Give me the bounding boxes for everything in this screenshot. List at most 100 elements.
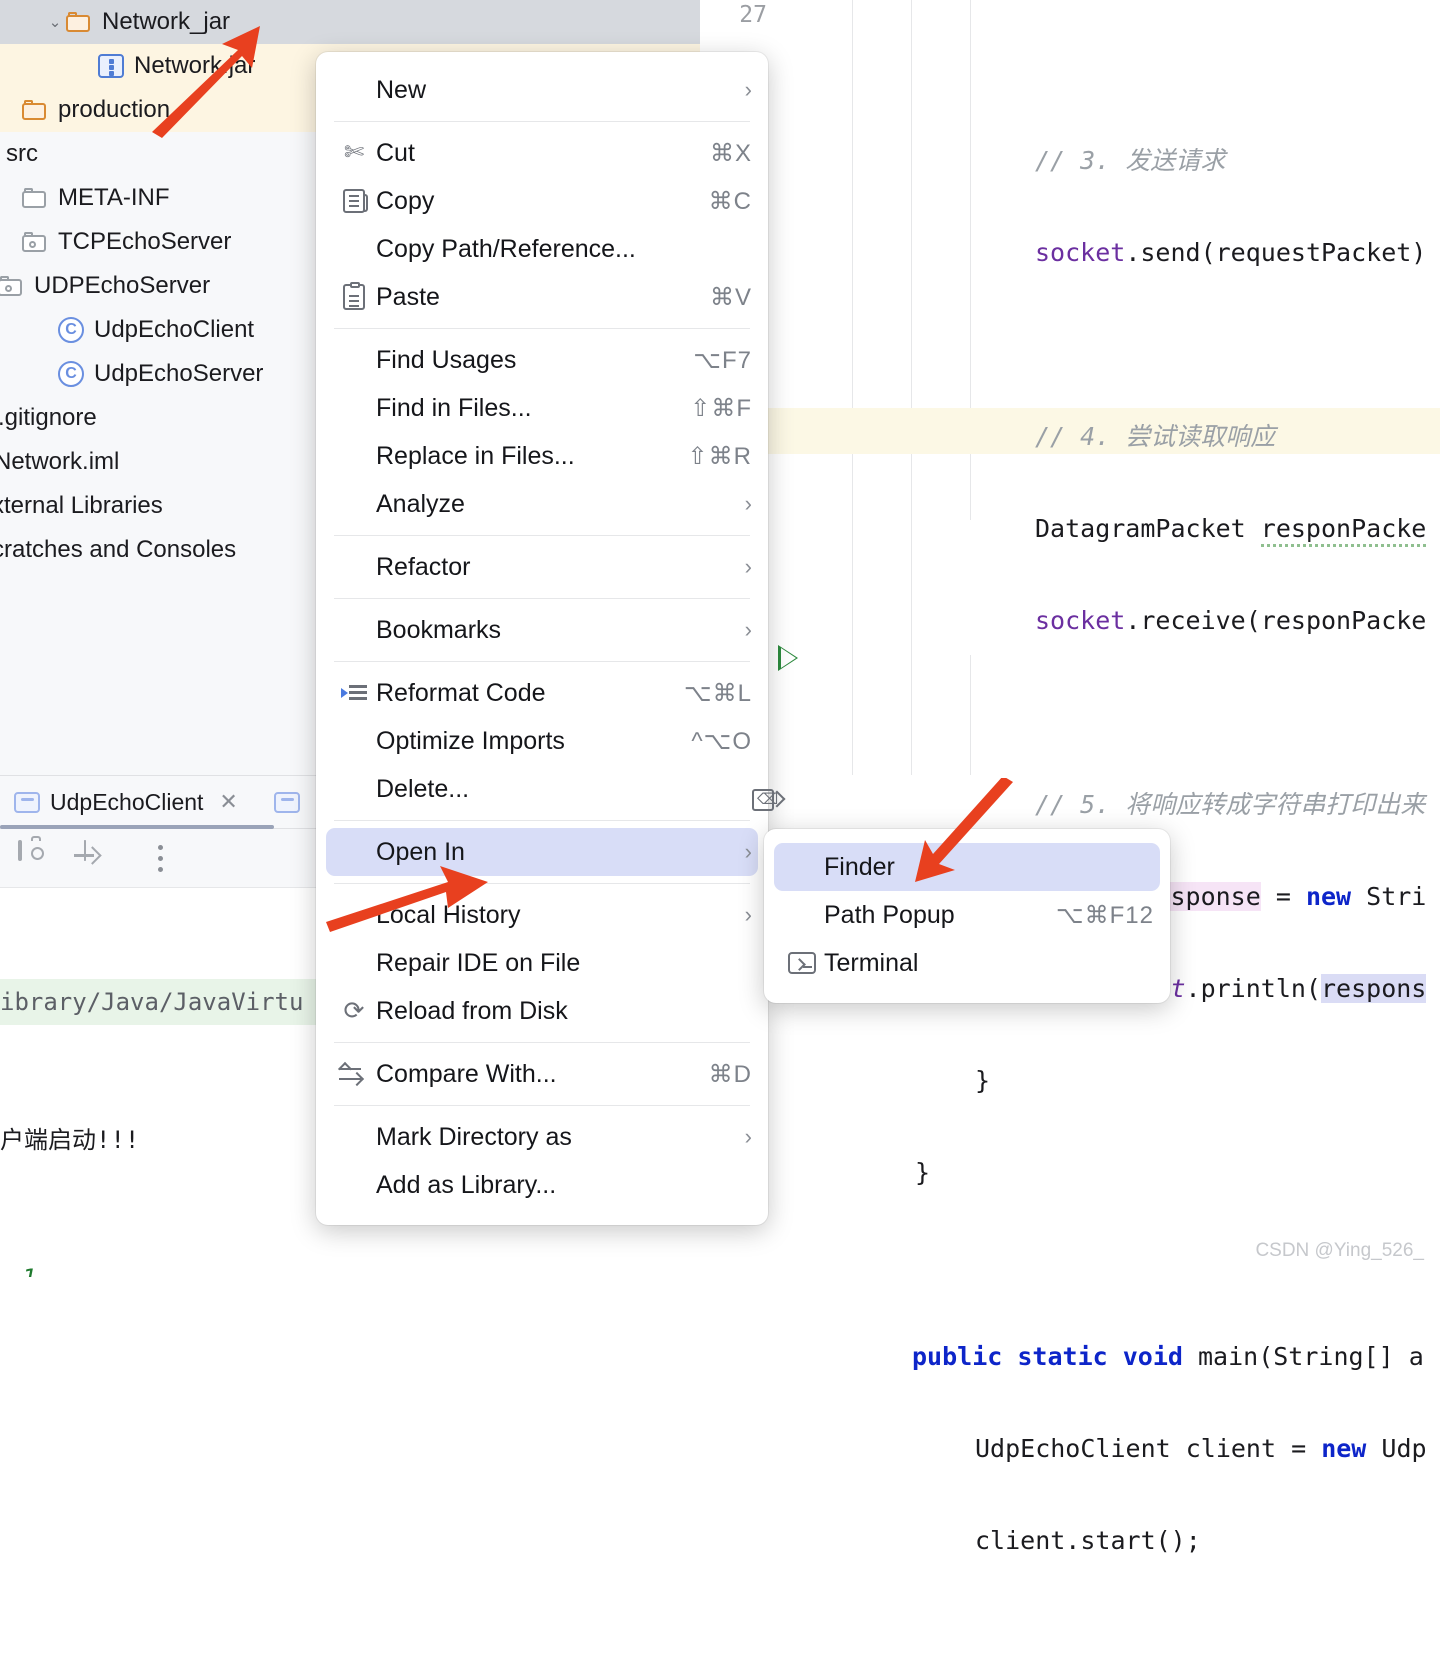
menu-item-refactor[interactable]: Refactor › (316, 543, 768, 591)
menu-item-label: Copy Path/Reference... (376, 234, 636, 263)
menu-item-local-history[interactable]: Local History › (316, 891, 768, 939)
code-comment: // 3. 发送请求 (1035, 146, 1226, 175)
menu-item-label: Analyze (376, 489, 465, 518)
menu-item-label: Repair IDE on File (376, 948, 581, 977)
folder-orange-icon (66, 11, 92, 33)
tree-item-network-jar-folder[interactable]: ⌄ Network_jar (0, 0, 700, 44)
code-editor[interactable]: 27 // 3. 发送请求 socket.send(requestPacket)… (700, 0, 1440, 1555)
tree-item-label: cratches and Consoles (0, 536, 237, 563)
menu-item-optimize-imports[interactable]: Optimize Imports ^⌥O (316, 717, 768, 765)
menu-item-shortcut: ⌘V (709, 283, 752, 311)
menu-item-shortcut: ⌥F7 (693, 346, 752, 374)
code-statement: UdpEchoClient client = (975, 1434, 1322, 1463)
tree-item-label: Network.jar (134, 52, 256, 79)
chevron-right-icon: › (744, 839, 752, 864)
chevron-right-icon: › (744, 554, 752, 579)
menu-item-paste[interactable]: Paste ⌘V (316, 273, 768, 321)
close-icon[interactable]: ✕ (219, 789, 237, 815)
menu-item-compare-with[interactable]: Compare With... ⌘D (316, 1050, 768, 1098)
code-punct: . (1125, 238, 1141, 267)
submenu-item-terminal[interactable]: Terminal (764, 939, 1170, 987)
menu-item-repair-ide-on-file[interactable]: Repair IDE on File (316, 939, 768, 987)
menu-item-new[interactable]: New › (316, 66, 768, 114)
package-icon (22, 231, 48, 253)
tree-item-label: production (58, 96, 171, 123)
tree-item-label: src (6, 140, 38, 167)
context-menu[interactable]: New › ✄ Cut ⌘X Copy ⌘C Copy Path/Referen… (316, 52, 778, 1225)
code-keyword: new (1321, 1434, 1367, 1463)
menu-item-open-in[interactable]: Open In › (326, 828, 758, 876)
tree-item-label: Network.iml (0, 448, 120, 475)
menu-separator (334, 535, 750, 536)
menu-item-analyze[interactable]: Analyze › (316, 480, 768, 528)
menu-item-add-as-library[interactable]: Add as Library... (316, 1161, 768, 1209)
menu-item-label: Refactor (376, 552, 471, 581)
menu-item-label: Local History (376, 900, 521, 929)
csdn-watermark: CSDN @Ying_526_ (1255, 1240, 1424, 1261)
code-type: DatagramPacket (1035, 514, 1261, 543)
code-identifier: responPacke (1260, 514, 1427, 547)
submenu-item-path-popup[interactable]: Path Popup ⌥⌘F12 (764, 891, 1170, 939)
menu-item-shortcut: ^⌥O (691, 727, 752, 755)
reformat-icon (332, 684, 376, 702)
code-call: send(requestPacket) (1140, 238, 1427, 267)
console-tab-udpechoclient[interactable]: UdpEchoClient ✕ (0, 776, 252, 828)
menu-item-bookmarks[interactable]: Bookmarks › (316, 606, 768, 654)
folder-orange-icon (22, 99, 48, 121)
package-icon (0, 275, 24, 297)
chevron-down-icon[interactable]: ⌄ (44, 15, 66, 30)
camera-icon[interactable] (18, 840, 54, 874)
code-brace: } (975, 1066, 991, 1095)
menu-separator (334, 328, 750, 329)
menu-separator (334, 1105, 750, 1106)
menu-item-label: Optimize Imports (376, 726, 565, 755)
menu-item-copy[interactable]: Copy ⌘C (316, 177, 768, 225)
menu-item-shortcut: ⌘X (709, 139, 752, 167)
code-identifier: socket (1035, 606, 1126, 635)
chevron-right-icon: › (744, 902, 752, 927)
menu-item-find-usages[interactable]: Find Usages ⌥F7 (316, 336, 768, 384)
menu-item-label: Mark Directory as (376, 1122, 572, 1151)
menu-item-replace-in-files[interactable]: Replace in Files... ⇧⌘R (316, 432, 768, 480)
code-call: .println( (1185, 974, 1321, 1003)
menu-item-label: Copy (376, 186, 435, 215)
folder-gray-icon (22, 187, 48, 209)
code-content[interactable]: // 3. 发送请求 socket.send(requestPacket) //… (700, 0, 1440, 1656)
console-tab-active-indicator (0, 825, 274, 829)
menu-item-delete[interactable]: Delete... ⌫ (316, 765, 778, 813)
menu-separator (334, 661, 750, 662)
submenu-item-shortcut: ⌥⌘F12 (1055, 901, 1154, 929)
tree-item-label: .gitignore (0, 404, 97, 431)
tree-item-label: TCPEchoServer (58, 228, 232, 255)
menu-item-mark-directory-as[interactable]: Mark Directory as › (316, 1113, 768, 1161)
menu-item-copy-path-reference[interactable]: Copy Path/Reference... (316, 225, 768, 273)
more-options-icon[interactable] (156, 844, 164, 872)
console-tab-icon (14, 791, 40, 813)
open-in-submenu[interactable]: Finder Path Popup ⌥⌘F12 Terminal (764, 829, 1170, 1003)
console-tab-secondary[interactable] (252, 776, 314, 828)
menu-item-label: Reload from Disk (376, 996, 568, 1025)
menu-separator (334, 121, 750, 122)
menu-item-shortcut: ⌘C (708, 187, 752, 215)
menu-item-reformat-code[interactable]: Reformat Code ⌥⌘L (316, 669, 768, 717)
menu-item-label: Compare With... (376, 1059, 557, 1088)
menu-item-label: Find in Files... (376, 393, 532, 422)
code-statement: client.start(); (975, 1526, 1201, 1555)
console-tab-label: UdpEchoClient (50, 788, 204, 815)
code-method-name: main(String[] a (1197, 1342, 1424, 1371)
menu-item-cut[interactable]: ✄ Cut ⌘X (316, 129, 768, 177)
chevron-right-icon: › (744, 617, 752, 642)
menu-item-find-in-files[interactable]: Find in Files... ⇧⌘F (316, 384, 768, 432)
tree-item-label: UdpEchoServer (94, 360, 264, 387)
menu-separator (334, 820, 750, 821)
tree-item-label: Network_jar (102, 8, 231, 35)
menu-item-label: Delete... (376, 774, 470, 803)
code-type: Stri (1351, 882, 1427, 911)
soft-wrap-icon[interactable] (84, 840, 120, 874)
submenu-item-finder[interactable]: Finder (774, 843, 1160, 891)
code-keyword: public static void (912, 1342, 1198, 1371)
menu-item-reload-from-disk[interactable]: ⟳ Reload from Disk (316, 987, 768, 1035)
compare-icon (332, 1061, 376, 1087)
tree-item-label: META-INF (58, 184, 170, 211)
menu-item-shortcut: ⌥⌘L (683, 679, 752, 707)
